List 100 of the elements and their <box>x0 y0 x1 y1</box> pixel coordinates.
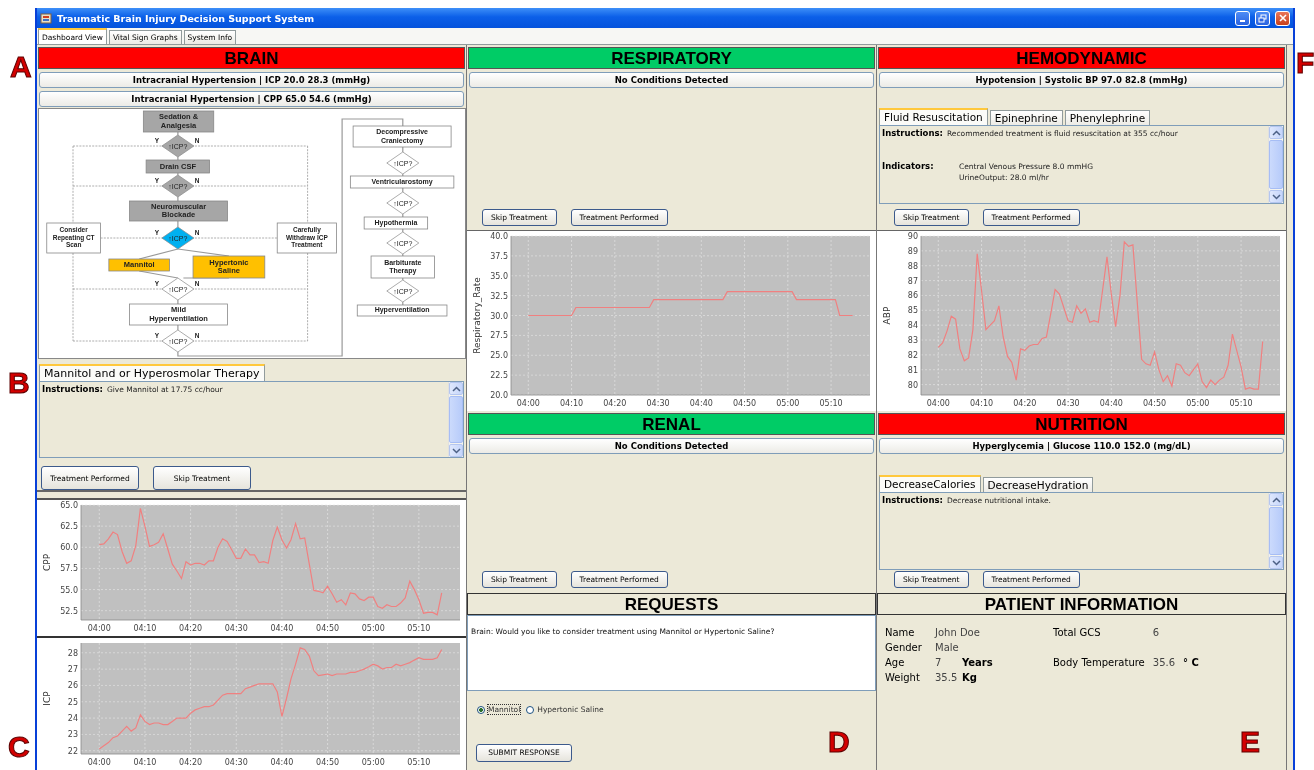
scrollbar-thumb[interactable] <box>1269 507 1283 555</box>
tick-label: 04:20 <box>1013 399 1037 408</box>
tick-label: 85 <box>907 306 918 316</box>
condition-button[interactable]: No Conditions Detected <box>469 72 874 88</box>
condition-button[interactable]: Hyperglycemia | Glucose 110.0 152.0 (mg/dL) <box>879 438 1284 454</box>
tick-label: 32.5 <box>490 291 508 301</box>
field-label: Name <box>885 627 916 638</box>
tick-label: 05:10 <box>407 758 431 767</box>
maximize-icon[interactable] <box>1255 10 1270 26</box>
section-header: RESPIRATORY <box>468 47 875 69</box>
tick-label: 89 <box>907 246 918 256</box>
tick-label: 04:30 <box>224 758 248 767</box>
tick-label: 25 <box>67 697 78 707</box>
tick-label: 82 <box>907 350 918 360</box>
scrollbar[interactable] <box>1268 126 1283 203</box>
treatment-tab[interactable]: Phenylephrine <box>1064 110 1151 125</box>
tick-label: 23 <box>67 730 78 740</box>
section-header: HEMODYNAMIC <box>878 47 1285 69</box>
tick-label: 27 <box>67 665 78 675</box>
tick-label: 04:30 <box>224 624 248 633</box>
axis-title: CPP <box>42 553 52 572</box>
app-icon <box>40 12 52 24</box>
tick-label: 25.0 <box>490 351 508 361</box>
treatment-tab[interactable]: DecreaseHydration <box>982 477 1094 492</box>
tick-label: 04:30 <box>646 399 670 408</box>
section-header: NUTRITION <box>878 413 1285 435</box>
scrollbar-thumb[interactable] <box>1269 140 1283 189</box>
field-value: 35.5 <box>935 672 959 683</box>
field-value: John Doe <box>935 627 981 638</box>
chevron-down-icon[interactable] <box>449 444 463 457</box>
annotation-letter: E <box>1240 727 1260 757</box>
annotation-letter: A <box>10 52 32 82</box>
close-icon[interactable] <box>1275 10 1290 26</box>
tick-label: 05:10 <box>819 399 843 408</box>
treatment-tab[interactable]: Mannitol and or Hyperosmolar Therapy <box>39 364 265 381</box>
tick-label: 20.0 <box>490 391 508 400</box>
tick-label: 26 <box>67 681 78 691</box>
annotation-letter: D <box>828 727 850 757</box>
axis-title: ABP <box>882 306 892 325</box>
chevron-down-icon[interactable] <box>1269 190 1283 203</box>
section-header: RENAL <box>468 413 875 435</box>
tick-label: 05:00 <box>361 758 385 767</box>
scrollbar-thumb[interactable] <box>449 396 463 443</box>
chevron-down-icon[interactable] <box>1269 556 1283 569</box>
scrollbar[interactable] <box>1268 493 1283 569</box>
tick-label: 84 <box>907 321 918 331</box>
tick-label: 04:40 <box>270 758 294 767</box>
section-header: BRAIN <box>38 47 465 69</box>
tick-label: 05:00 <box>1186 399 1210 408</box>
condition-button[interactable]: No Conditions Detected <box>469 438 874 454</box>
instructions-label: Instructions: <box>42 384 103 395</box>
treatment-tab[interactable]: Epinephrine <box>989 110 1063 125</box>
tick-label: 05:10 <box>1229 399 1253 408</box>
annotation-letter: C <box>8 732 30 762</box>
tick-label: 04:50 <box>316 758 340 767</box>
field-label: Weight <box>885 672 921 683</box>
field-label: Gender <box>885 642 923 653</box>
tick-label: 60.0 <box>60 543 78 553</box>
field-value: Male <box>935 642 960 653</box>
field-unit: Years <box>962 657 994 668</box>
scrollbar[interactable] <box>448 382 463 457</box>
minimize-icon[interactable] <box>1235 10 1250 26</box>
tick-label: 04:50 <box>733 399 757 408</box>
tick-label: 05:00 <box>776 399 800 408</box>
field-value: 7 <box>935 657 943 668</box>
tick-label: 88 <box>907 261 918 271</box>
treatment-tab[interactable]: DecreaseCalories <box>879 475 981 492</box>
chevron-up-icon[interactable] <box>1269 493 1283 506</box>
chevron-up-icon[interactable] <box>449 382 463 395</box>
tick-label: 04:50 <box>316 624 340 633</box>
tick-label: 22 <box>67 746 78 756</box>
treatment-tab[interactable]: Fluid Resuscitation <box>879 108 988 125</box>
tick-label: 87 <box>907 276 918 286</box>
axis-title: Respiratory_Rate <box>472 277 482 354</box>
tick-label: 83 <box>907 336 918 345</box>
field-unit: ° C <box>1183 657 1199 668</box>
tick-label: 40.0 <box>490 232 508 241</box>
field-unit: Kg <box>962 672 978 683</box>
instructions-label: Instructions: <box>882 128 943 139</box>
condition-button[interactable]: Intracranial Hypertension | CPP 65.0 54.6 (mmHg) <box>39 91 464 107</box>
tick-label: 04:20 <box>179 624 203 633</box>
condition-button[interactable]: Hypotension | Systolic BP 97.0 82.8 (mmHg) <box>879 72 1284 88</box>
instructions-label: Instructions: <box>882 495 943 506</box>
indicators-label: Indicators: <box>882 161 935 173</box>
tick-label: 05:00 <box>361 624 385 633</box>
chevron-up-icon[interactable] <box>1269 126 1283 139</box>
tick-label: 65.0 <box>60 501 78 510</box>
annotation-letter: F <box>1296 48 1314 78</box>
tick-label: 04:10 <box>133 624 157 633</box>
tick-label: 04:40 <box>1099 399 1123 408</box>
tick-label: 37.5 <box>490 251 508 261</box>
section-header: PATIENT INFORMATION <box>877 593 1286 615</box>
tick-label: 04:50 <box>1143 399 1167 408</box>
field-value: 6 <box>1152 627 1161 638</box>
tick-label: 04:00 <box>87 624 111 633</box>
tick-label: 90 <box>907 232 918 241</box>
tick-label: 04:40 <box>270 624 294 633</box>
window-title: Traumatic Brain Injury Decision Support System <box>57 12 316 24</box>
tick-label: 81 <box>907 365 918 375</box>
condition-button[interactable]: Intracranial Hypertension | ICP 20.0 28.3 (mmHg) <box>39 72 464 88</box>
